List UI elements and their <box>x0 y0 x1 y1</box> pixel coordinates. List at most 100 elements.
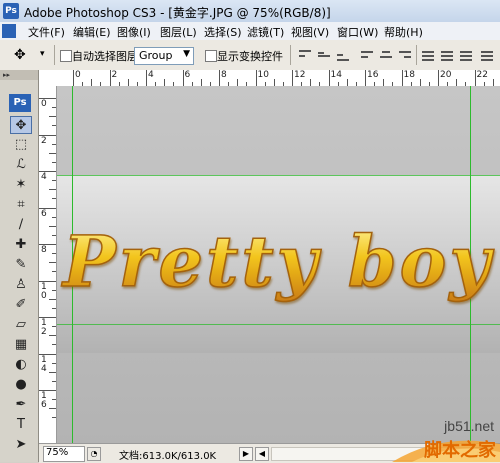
gradient-tool-icon[interactable]: ▦ <box>10 336 32 354</box>
ruler-minor-tick <box>52 417 56 419</box>
auto-select-checkbox[interactable] <box>60 50 72 62</box>
type-tool-icon[interactable]: T <box>10 416 32 434</box>
ruler-tick <box>438 70 439 86</box>
ruler-minor-tick <box>52 253 56 255</box>
panel-collapse-grip[interactable]: ▸▸ <box>0 70 38 80</box>
align-horizontal-centers-icon[interactable] <box>379 50 393 61</box>
scroll-left-arrow-icon[interactable]: ◀ <box>255 447 269 461</box>
ruler-minor-tick <box>273 79 275 86</box>
document-status-icon[interactable]: ◔ <box>87 447 101 461</box>
ruler-tick <box>328 70 330 86</box>
ruler-minor-tick <box>419 79 421 86</box>
distribute-centers-icon[interactable] <box>440 50 454 61</box>
dodge-tool-icon[interactable]: ● <box>10 376 32 394</box>
gold-text: Pretty boy <box>61 220 494 303</box>
ruler-label: 2 <box>111 70 118 80</box>
magic-wand-tool-icon[interactable]: ✶ <box>10 176 32 194</box>
ruler-tick <box>73 70 74 86</box>
ruler-origin[interactable] <box>39 70 58 87</box>
menu-view[interactable]: 视图(V) <box>291 24 329 40</box>
vertical-ruler[interactable]: 0 2 4 6 8 10 12 14 16 <box>39 86 57 443</box>
menu-filter[interactable]: 滤镜(T) <box>247 24 284 40</box>
ruler-minor-tick <box>52 143 56 145</box>
ruler-minor-tick <box>49 189 56 191</box>
ruler-tick <box>255 70 257 86</box>
options-divider <box>54 45 55 65</box>
ruler-minor-tick <box>52 198 56 200</box>
zoom-level-value: 75% <box>46 447 69 458</box>
clone-stamp-tool-icon[interactable]: ♙ <box>10 276 32 294</box>
tool-preset-dropdown-icon[interactable]: ▾ <box>40 49 45 59</box>
distribute-bottom-icon[interactable] <box>459 50 473 61</box>
zoom-level-field[interactable]: 75% <box>43 446 85 462</box>
ruler-minor-tick <box>164 79 166 86</box>
menu-edit[interactable]: 编辑(E) <box>73 24 111 40</box>
gold-text-artwork: Pretty boy <box>60 219 494 304</box>
ruler-label: 16 <box>367 70 379 80</box>
ruler-minor-tick <box>456 79 458 86</box>
align-left-edges-icon[interactable] <box>360 50 374 61</box>
ruler-minor-tick <box>52 307 56 309</box>
show-transform-checkbox[interactable] <box>205 50 217 62</box>
move-tool-icon[interactable]: ✥ <box>10 116 32 134</box>
ruler-label: 10 <box>257 70 269 80</box>
title-bar: Ps Adobe Photoshop CS3 - [黄金字.JPG @ 75%(… <box>0 0 500 23</box>
ruler-minor-tick <box>49 371 56 373</box>
document-canvas[interactable]: Pretty boy <box>57 86 500 443</box>
ruler-tick <box>109 70 111 86</box>
ruler-label: 12 <box>41 318 47 337</box>
guide-line[interactable] <box>57 175 500 176</box>
auto-select-type-select[interactable]: Group ▼ <box>134 47 194 65</box>
align-top-edges-icon[interactable] <box>298 50 312 61</box>
ruler-minor-tick <box>49 116 56 118</box>
eraser-tool-icon[interactable]: ▱ <box>10 316 32 334</box>
distribute-left-icon[interactable] <box>480 50 494 61</box>
marquee-tool-icon[interactable]: ⬚ <box>10 136 32 154</box>
move-tool-icon[interactable]: ✥ <box>14 48 26 62</box>
ruler-label: 20 <box>440 70 452 80</box>
healing-brush-tool-icon[interactable]: ✚ <box>10 236 32 254</box>
blur-tool-icon[interactable]: ◐ <box>10 356 32 374</box>
lasso-tool-icon[interactable]: ℒ <box>10 156 32 174</box>
auto-select-type-value: Group <box>139 49 173 62</box>
menu-layer[interactable]: 图层(L) <box>160 24 197 40</box>
tools-panel: ▸▸ Ps ✥ ⬚ ℒ ✶ ⌗ ∕ ✚ ✎ ♙ ✐ ▱ ▦ ◐ ● ✒ T ➤ <box>0 70 39 462</box>
align-right-edges-icon[interactable] <box>398 50 412 61</box>
ruler-tick <box>219 70 220 86</box>
ruler-tick <box>474 70 476 86</box>
align-vertical-centers-icon[interactable] <box>317 50 331 61</box>
ruler-minor-tick <box>52 125 56 127</box>
ruler-minor-tick <box>49 408 56 410</box>
path-selection-tool-icon[interactable]: ➤ <box>10 436 32 454</box>
crop-tool-icon[interactable]: ⌗ <box>10 196 32 214</box>
ruler-label: 0 <box>75 70 81 80</box>
align-bottom-edges-icon[interactable] <box>336 50 350 61</box>
ruler-minor-tick <box>49 298 56 300</box>
ruler-minor-tick <box>52 161 56 163</box>
eyedropper-tool-icon[interactable]: ∕ <box>10 216 32 234</box>
photoshop-app-icon: Ps <box>3 3 19 19</box>
menu-file[interactable]: 文件(F) <box>28 24 65 40</box>
ruler-label: 14 <box>330 70 342 80</box>
show-transform-label: 显示变换控件 <box>217 50 283 63</box>
ruler-tick <box>292 70 293 86</box>
menu-image[interactable]: 图像(I) <box>117 24 151 40</box>
menu-select[interactable]: 选择(S) <box>204 24 242 40</box>
pen-tool-icon[interactable]: ✒ <box>10 396 32 414</box>
ruler-minor-tick <box>200 79 202 86</box>
brush-tool-icon[interactable]: ✎ <box>10 256 32 274</box>
watermark-url: jb51.net <box>444 418 494 434</box>
ruler-minor-tick <box>52 362 56 364</box>
status-menu-arrow-icon[interactable]: ▶ <box>239 447 253 461</box>
distribute-top-icon[interactable] <box>421 50 435 61</box>
horizontal-ruler[interactable]: 0 2 4 6 8 10 12 14 16 18 20 22 <box>57 70 500 87</box>
menu-bar: 文件(F) 编辑(E) 图像(I) 图层(L) 选择(S) 滤镜(T) 视图(V… <box>0 22 500 41</box>
site-watermark: jb51.net 脚本之家 <box>382 392 500 462</box>
ruler-minor-tick <box>52 180 56 182</box>
photoshop-menu-icon[interactable] <box>2 24 16 38</box>
history-brush-tool-icon[interactable]: ✐ <box>10 296 32 314</box>
menu-window[interactable]: 窗口(W) <box>337 24 378 40</box>
ruler-minor-tick <box>49 225 56 227</box>
ruler-minor-tick <box>346 79 348 86</box>
menu-help[interactable]: 帮助(H) <box>384 24 423 40</box>
